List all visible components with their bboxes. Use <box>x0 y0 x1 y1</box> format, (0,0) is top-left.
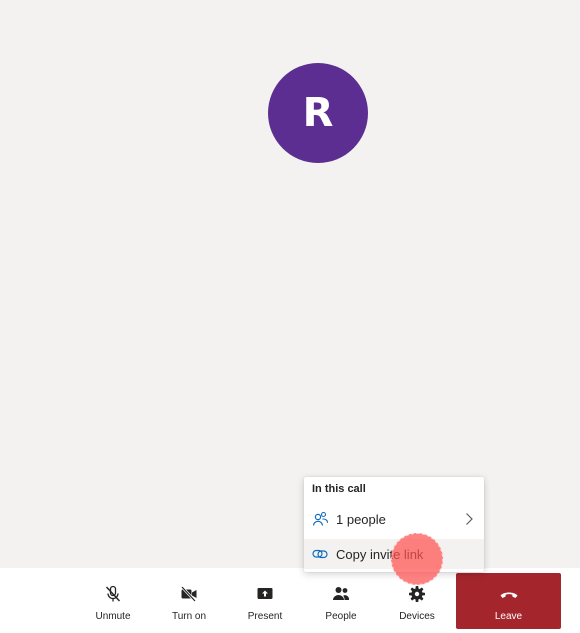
copy-invite-link-item[interactable]: Copy invite link <box>304 539 484 569</box>
avatar-initial: R <box>302 90 334 136</box>
in-call-popup: In this call 1 people Copy invite link <box>304 477 484 572</box>
call-stage: R <box>0 0 580 562</box>
hang-up-icon <box>499 585 519 605</box>
participants-item[interactable]: 1 people <box>304 504 484 534</box>
devices-label: Devices <box>399 611 435 622</box>
participant-avatar: R <box>268 63 368 163</box>
present-icon <box>255 584 275 604</box>
call-toolbar: Unmute Turn on Present People Devices Le… <box>0 568 580 633</box>
gear-icon <box>407 584 427 604</box>
camera-label: Turn on <box>171 611 207 622</box>
leave-button[interactable]: Leave <box>456 573 561 629</box>
present-button[interactable]: Present <box>230 578 300 626</box>
camera-off-icon <box>179 584 199 604</box>
people-icon <box>331 584 351 604</box>
camera-button[interactable]: Turn on <box>154 578 224 626</box>
popup-title: In this call <box>312 483 366 495</box>
participants-icon <box>312 511 328 527</box>
leave-label: Leave <box>494 611 523 622</box>
mic-off-icon <box>103 584 123 604</box>
people-button[interactable]: People <box>306 578 376 626</box>
people-count-label: 1 people <box>336 511 386 527</box>
people-label: People <box>325 611 357 622</box>
chevron-right-icon <box>464 512 474 526</box>
unmute-button[interactable]: Unmute <box>78 578 148 626</box>
copy-invite-link-label: Copy invite link <box>336 546 424 562</box>
unmute-label: Unmute <box>95 611 131 622</box>
link-icon <box>312 546 328 562</box>
present-label: Present <box>247 611 283 622</box>
devices-button[interactable]: Devices <box>382 578 452 626</box>
